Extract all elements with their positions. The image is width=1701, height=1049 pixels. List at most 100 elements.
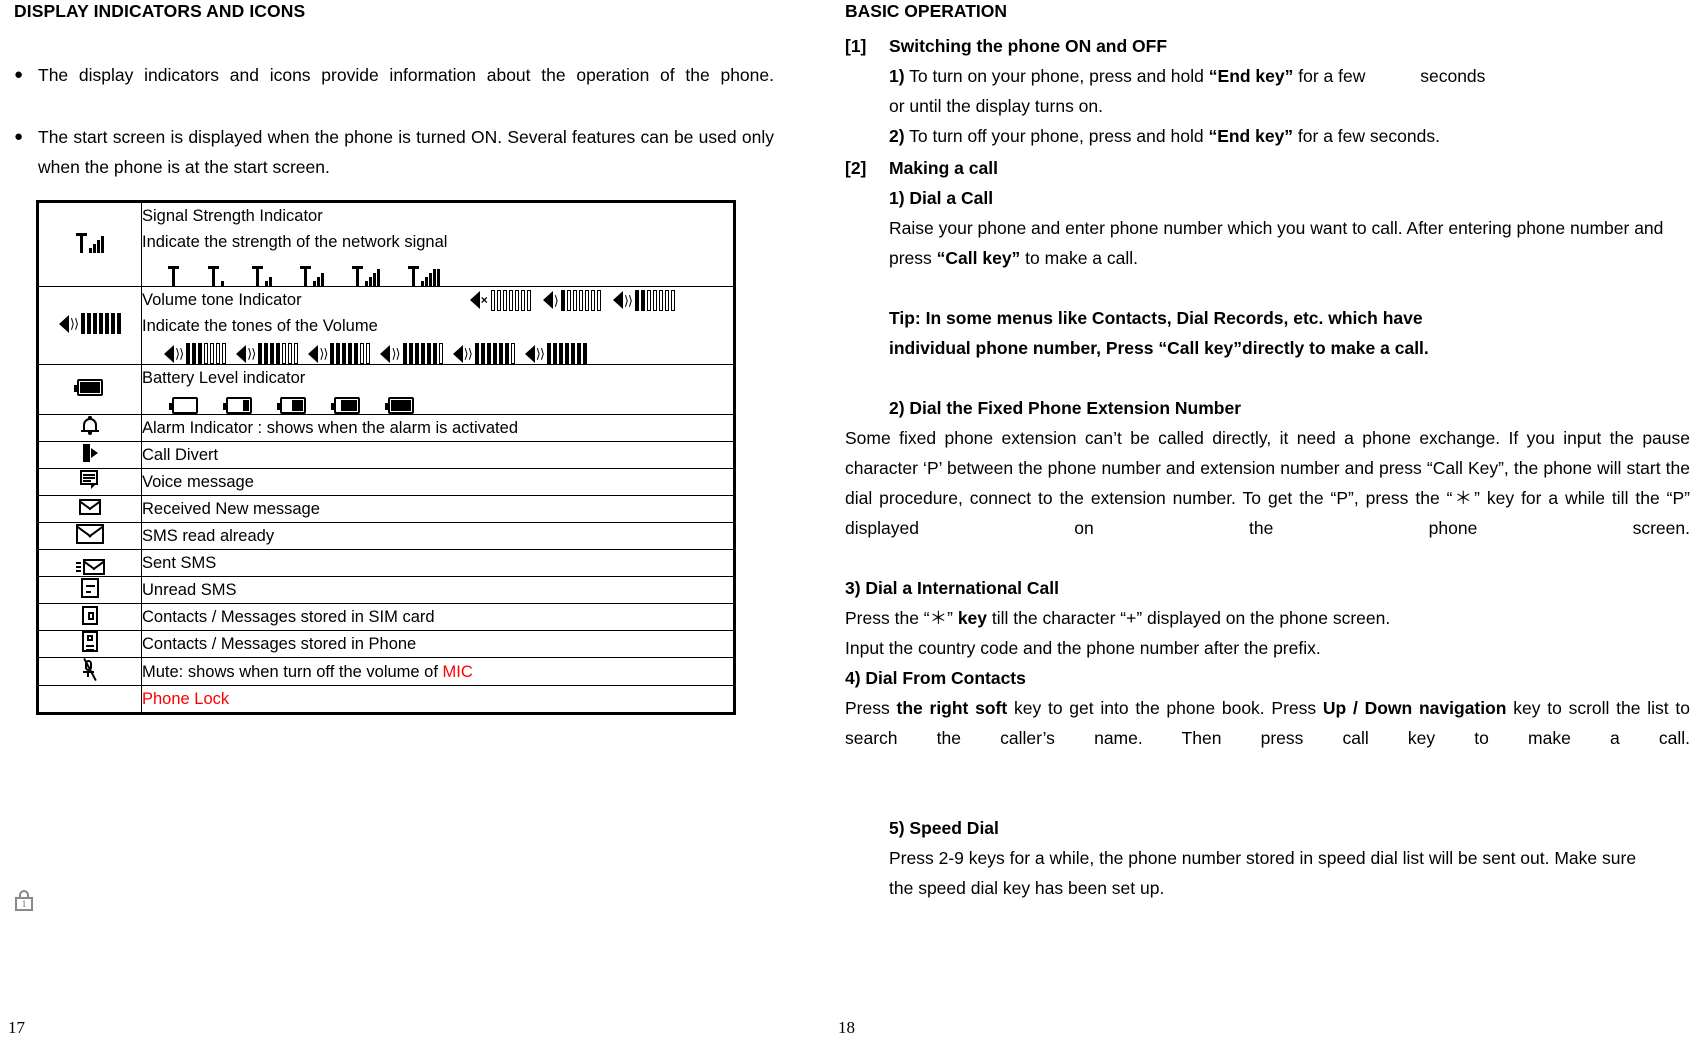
- volume-mute-icon: ×: [469, 287, 531, 313]
- manual-page: DISPLAY INDICATORS AND ICONS ● The displ…: [0, 0, 1701, 1049]
- row-title: Contacts / Messages stored in SIM card: [142, 608, 435, 626]
- signal-level-4-icon: [352, 264, 380, 286]
- battery-level-description: Battery Level indicator: [141, 364, 735, 415]
- volume-level-5-icon: ⟩⟩: [308, 343, 371, 364]
- volume-level-3-icon: ⟩⟩: [164, 343, 227, 364]
- unread-sms-icon: [37, 576, 142, 604]
- subsection-speed-dial-body: Press 2-9 keys for a while, the phone nu…: [889, 848, 1637, 898]
- volume-tone-icon: ⟩⟩: [37, 286, 142, 365]
- mute-mic-icon: [37, 657, 142, 686]
- table-row: Contacts / Messages stored in Phone: [37, 630, 735, 658]
- signal-strength-icon-glyph: [76, 231, 104, 253]
- subsection-international-heading: 3) Dial a International Call: [845, 573, 1690, 603]
- step-number: 1): [889, 66, 905, 86]
- received-new-message-icon-glyph: [79, 498, 101, 515]
- row-title: Alarm Indicator : shows when the alarm i…: [142, 419, 518, 437]
- battery-level-icon: [37, 364, 142, 415]
- row-title: Contacts / Messages stored in Phone: [142, 635, 417, 653]
- table-row: Call Divert: [37, 441, 735, 469]
- right-column: BASIC OPERATION [1] Switching the phone …: [845, 0, 1690, 1049]
- body-text-b: till the character “+” displayed on the …: [987, 608, 1391, 628]
- body-text-b: key to get into the phone book. Press: [1007, 698, 1323, 718]
- volume-level-7-icon: ⟩⟩: [452, 343, 515, 364]
- sim-card-icon-glyph: [82, 606, 98, 625]
- sms-read-icon-glyph: [76, 523, 104, 544]
- table-row: ⟩⟩ Volume tone Indicator × ⟩ ⟩⟩ Indicate…: [37, 286, 735, 365]
- unread-sms-icon-glyph: [81, 577, 99, 598]
- battery-level-2-icon: [277, 397, 306, 414]
- section-making-a-call: [2] Making a call: [845, 153, 1690, 183]
- step-1-1: 1) To turn on your phone, press and hold…: [845, 61, 1690, 91]
- table-row: Alarm Indicator : shows when the alarm i…: [37, 414, 735, 442]
- row-title: Battery Level indicator: [142, 369, 306, 387]
- tip-line-1: Tip: In some menus like Contacts, Dial R…: [889, 308, 1423, 328]
- battery-level-1-icon: [223, 397, 252, 414]
- battery-level-0-icon: [169, 397, 198, 414]
- signal-level-1-icon: [208, 264, 224, 286]
- row-title: Unread SMS: [142, 581, 237, 599]
- battery-level-variants: [142, 397, 733, 414]
- row-title: Call Divert: [142, 446, 219, 464]
- phone-lock-icon: 1: [14, 890, 36, 914]
- table-row: Voice message: [37, 468, 735, 496]
- mute-mic-icon-glyph: [80, 657, 100, 682]
- row-subtitle: Indicate the strength of the network sig…: [142, 233, 448, 251]
- signal-level-3-icon: [300, 264, 324, 286]
- signal-strength-description: Signal Strength Indicator Indicate the s…: [141, 201, 735, 287]
- bullet-dot-icon: ●: [14, 128, 24, 145]
- sim-card-icon: [37, 603, 142, 631]
- volume-level-2-icon: ⟩⟩: [612, 287, 675, 313]
- body-text-a: Press: [845, 698, 897, 718]
- display-icons-table-wrapper: Signal Strength Indicator Indicate the s…: [36, 200, 736, 715]
- phone-lock-icon-cell: [37, 685, 142, 714]
- subsection-speed-dial-heading: 5) Speed Dial: [889, 818, 999, 838]
- call-divert-description: Call Divert: [141, 441, 735, 469]
- sent-sms-description: Sent SMS: [141, 549, 735, 577]
- subsection-dial-a-call-heading: 1) Dial a Call: [889, 188, 994, 208]
- body-text-b: to make a call.: [1020, 248, 1139, 268]
- phone-storage-description: Contacts / Messages stored in Phone: [141, 630, 735, 658]
- body-keyword-1: the right soft: [896, 698, 1008, 718]
- section-heading: Making a call: [889, 158, 998, 178]
- table-row: SMS read already: [37, 522, 735, 550]
- mute-text-highlight: MIC: [442, 662, 473, 681]
- step-text-3: seconds: [1420, 66, 1486, 86]
- row-title: Voice message: [142, 473, 254, 491]
- subsection-contacts-heading: 4) Dial From Contacts: [845, 663, 1690, 693]
- call-divert-icon-glyph: [82, 443, 98, 463]
- step-keyword: “End key”: [1208, 126, 1294, 146]
- sms-read-description: SMS read already: [141, 522, 735, 550]
- list-item: ● The start screen is displayed when the…: [14, 122, 774, 182]
- mute-description: Mute: shows when turn off the volume of …: [141, 657, 735, 686]
- step-keyword: “End key”: [1208, 66, 1294, 86]
- row-title: Phone Lock: [142, 690, 230, 708]
- signal-strength-icon: [37, 201, 142, 287]
- lock-icon-digit: 1: [21, 899, 27, 909]
- sms-read-icon: [37, 522, 142, 550]
- call-divert-icon: [37, 441, 142, 469]
- page-title-display-indicators: DISPLAY INDICATORS AND ICONS: [14, 1, 306, 21]
- table-row: Signal Strength Indicator Indicate the s…: [37, 201, 735, 287]
- heading-text: 3) Dial a International Call: [845, 578, 1059, 598]
- bullet-dot-icon: ●: [14, 66, 24, 83]
- tip-line-2: individual phone number, Press “Call key…: [889, 338, 1429, 358]
- sent-sms-icon: [37, 549, 142, 577]
- voice-message-icon: [37, 468, 142, 496]
- signal-level-2-icon: [252, 264, 272, 286]
- subsection-dial-a-call-body: Raise your phone and enter phone number …: [845, 213, 1690, 273]
- alarm-bell-icon: [37, 414, 142, 442]
- table-row: Sent SMS: [37, 549, 735, 577]
- volume-level-8-icon: ⟩⟩: [524, 343, 587, 364]
- phone-lock-description: Phone Lock: [141, 685, 735, 714]
- phone-memory-icon-glyph: [82, 631, 98, 652]
- row-title: Mute: shows when turn off the volume of …: [142, 659, 733, 685]
- body-keyword: key: [957, 608, 988, 628]
- body-text-a: Press the “＊”: [845, 608, 958, 628]
- volume-tone-description: Volume tone Indicator × ⟩ ⟩⟩ Indicate th…: [141, 286, 735, 365]
- sent-sms-icon-glyph: [75, 559, 105, 575]
- alarm-description: Alarm Indicator : shows when the alarm i…: [141, 414, 735, 442]
- battery-level-3-icon: [331, 397, 360, 414]
